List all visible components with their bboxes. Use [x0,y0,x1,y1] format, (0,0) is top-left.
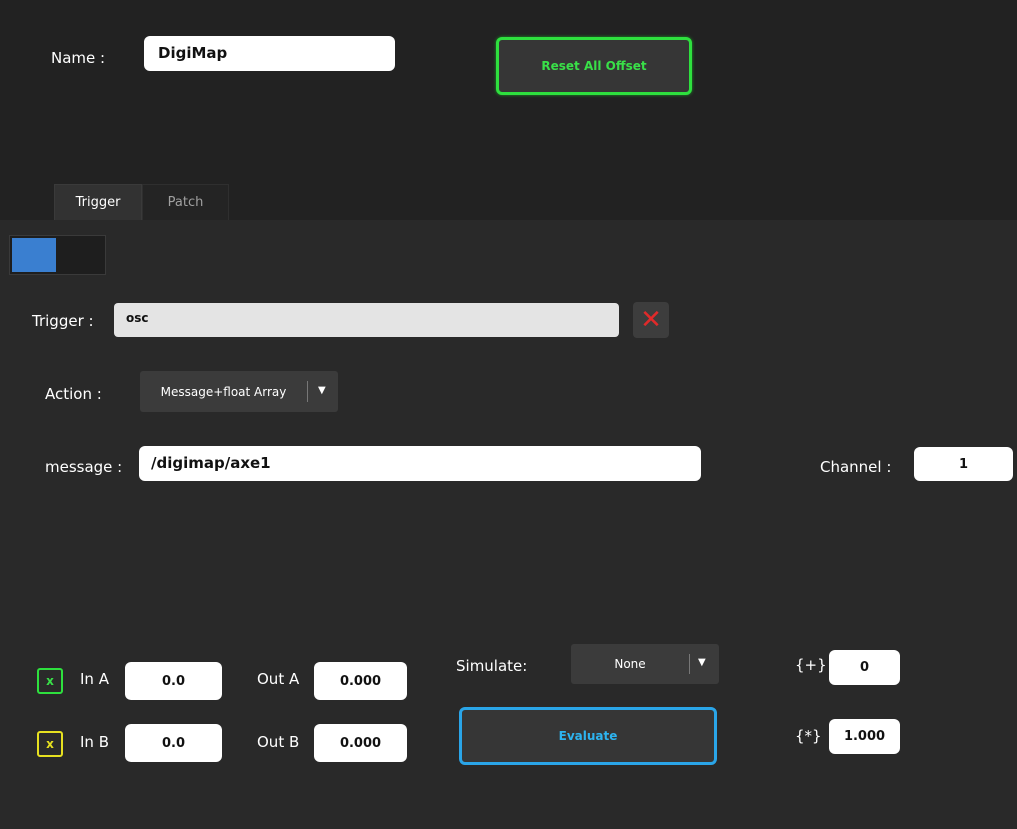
close-icon: ✕ [640,305,662,335]
channel-input[interactable]: 1 [914,447,1013,481]
name-label: Name : [51,49,106,67]
simulate-selected: None [614,657,646,671]
mapping-editor: Name : DigiMap Reset All Offset Trigger … [0,0,1017,829]
message-input[interactable]: /digimap/axe1 [139,446,701,481]
mult-offset-input[interactable]: 1.000 [829,719,900,754]
action-dropdown[interactable]: Message+float Array ▼ [140,371,338,412]
channel-label: Channel : [820,458,892,476]
enable-toggle[interactable] [9,235,106,275]
simulate-dropdown[interactable]: None ▼ [571,644,719,684]
plus-offset-input[interactable]: 0 [829,650,900,685]
out-b-label: Out B [257,733,300,751]
in-b-input[interactable]: 0.0 [125,724,222,762]
chevron-down-icon: ▼ [698,657,706,668]
in-b-checkbox[interactable]: x [37,731,63,757]
tab-patch[interactable]: Patch [142,184,229,220]
toggle-knob [12,238,56,272]
dropdown-separator [307,381,308,402]
out-a-input[interactable]: 0.000 [314,662,407,700]
plus-offset-label: {+} [795,656,827,674]
message-label: message : [45,458,123,476]
mult-offset-label: {*} [795,727,822,745]
in-a-input[interactable]: 0.0 [125,662,222,700]
chevron-down-icon: ▼ [318,385,326,396]
in-b-label: In B [80,733,109,751]
evaluate-button[interactable]: Evaluate [459,707,717,765]
action-label: Action : [45,385,102,403]
out-a-label: Out A [257,670,300,688]
dropdown-separator [689,654,690,674]
clear-trigger-button[interactable]: ✕ [633,302,669,338]
reset-all-offset-button[interactable]: Reset All Offset [496,37,692,95]
simulate-label: Simulate: [456,657,528,675]
tab-trigger[interactable]: Trigger [54,184,142,220]
action-selected: Message+float Array [160,384,287,399]
out-b-input[interactable]: 0.000 [314,724,407,762]
in-a-checkbox[interactable]: x [37,668,63,694]
name-input[interactable]: DigiMap [144,36,395,71]
trigger-label: Trigger : [32,312,94,330]
trigger-input[interactable]: osc [114,303,619,337]
in-a-label: In A [80,670,109,688]
